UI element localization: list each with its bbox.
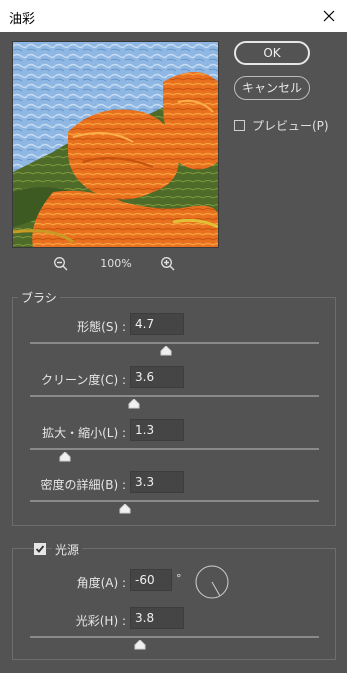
angle-dial[interactable] bbox=[195, 565, 229, 599]
stylization-label: 形態(S) : bbox=[77, 320, 126, 334]
bristle-detail-input[interactable]: 3.3 bbox=[130, 471, 184, 493]
cleanliness-input[interactable]: 3.6 bbox=[130, 366, 184, 388]
title-bar: 油彩 bbox=[0, 0, 347, 32]
scale-slider-track[interactable] bbox=[30, 448, 319, 450]
preview-checkbox[interactable] bbox=[234, 120, 245, 131]
close-button[interactable] bbox=[311, 0, 347, 32]
zoom-in-icon bbox=[161, 257, 175, 271]
zoom-in-button[interactable] bbox=[160, 256, 176, 272]
stylization-input[interactable]: 4.7 bbox=[130, 313, 184, 335]
checkmark-icon bbox=[35, 545, 45, 553]
zoom-level: 100% bbox=[100, 257, 132, 270]
oil-paint-preview-artwork bbox=[13, 42, 218, 247]
degree-symbol: ° bbox=[176, 572, 182, 585]
cleanliness-slider-track[interactable] bbox=[30, 395, 319, 397]
slider-thumb-icon bbox=[59, 452, 71, 462]
slider-thumb-icon bbox=[160, 346, 172, 356]
cancel-button[interactable]: キャンセル bbox=[234, 76, 310, 100]
slider-thumb-icon bbox=[119, 504, 131, 514]
angle-label: 角度(A) : bbox=[76, 576, 126, 590]
window-title: 油彩 bbox=[9, 12, 36, 27]
angle-input[interactable]: -60 bbox=[130, 569, 172, 591]
shine-input[interactable]: 3.8 bbox=[130, 607, 184, 629]
preview-image[interactable] bbox=[12, 41, 219, 248]
cleanliness-label: クリーン度(C) : bbox=[40, 373, 126, 387]
bristle-detail-slider-track[interactable] bbox=[30, 500, 319, 502]
lighting-group bbox=[12, 548, 336, 660]
close-icon bbox=[323, 10, 335, 22]
zoom-out-button[interactable] bbox=[53, 256, 69, 272]
stylization-slider-track[interactable] bbox=[30, 342, 319, 344]
slider-thumb-icon bbox=[128, 399, 140, 409]
slider-thumb-icon bbox=[134, 640, 146, 650]
scale-label: 拡大・縮小(L) : bbox=[42, 426, 126, 440]
bristle-detail-label: 密度の詳細(B) : bbox=[40, 478, 126, 492]
lighting-label[interactable]: 光源 bbox=[52, 541, 83, 558]
preview-checkbox-label[interactable]: プレビュー(P) bbox=[252, 117, 329, 134]
ok-button[interactable]: OK bbox=[234, 41, 310, 65]
lighting-checkbox[interactable] bbox=[34, 543, 46, 555]
shine-label: 光彩(H) : bbox=[75, 614, 126, 628]
brush-group-legend: ブラシ bbox=[18, 289, 60, 306]
zoom-out-icon bbox=[54, 257, 68, 271]
angle-dial-icon bbox=[195, 565, 229, 599]
shine-slider-track[interactable] bbox=[30, 636, 319, 638]
scale-input[interactable]: 1.3 bbox=[130, 419, 184, 441]
